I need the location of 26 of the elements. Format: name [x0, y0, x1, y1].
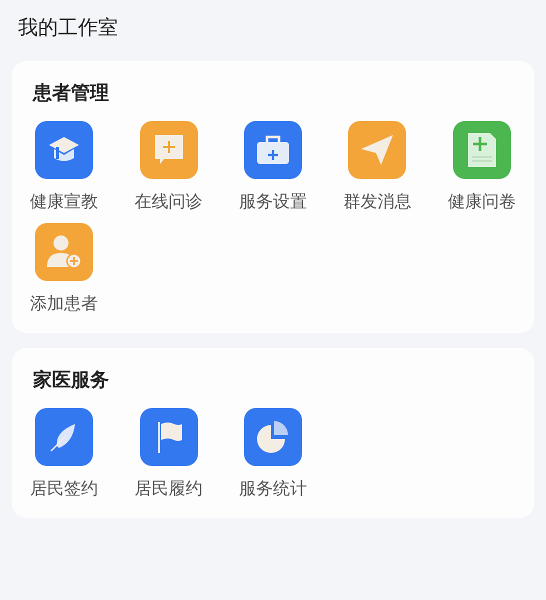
app-label[interactable]: 服务统计: [238, 478, 307, 500]
app-label[interactable]: 健康宣教: [30, 191, 98, 213]
app-icon-tile[interactable]: [35, 223, 94, 281]
paper-plane-icon: [359, 133, 396, 167]
app-label[interactable]: 添加患者: [30, 293, 98, 315]
app-icon-tile[interactable]: [140, 408, 198, 466]
app-icon-tile[interactable]: [348, 121, 406, 179]
app-icon-tile[interactable]: [452, 121, 511, 179]
app-icon-tile[interactable]: [140, 121, 198, 179]
add-person-icon: [45, 234, 84, 270]
app-label[interactable]: 群发消息: [343, 191, 412, 213]
app-label[interactable]: 健康问卷: [448, 191, 516, 213]
app-label[interactable]: 居民签约: [30, 478, 98, 500]
app-label[interactable]: 服务设置: [238, 191, 307, 213]
app-label[interactable]: 居民履约: [134, 478, 203, 500]
medical-kit-icon: [254, 134, 291, 166]
document-plus-icon: [466, 131, 498, 169]
app-icon-tile[interactable]: [244, 408, 302, 466]
section-title: 患者管理: [33, 81, 110, 106]
pie-chart-icon: [254, 419, 291, 455]
page-title: 我的工作室: [17, 14, 119, 41]
app-icon-tile[interactable]: [244, 121, 302, 179]
app-icon-tile[interactable]: [35, 408, 94, 466]
section-title: 家医服务: [33, 368, 110, 393]
app-icon-tile[interactable]: [35, 121, 94, 179]
app-label[interactable]: 在线问诊: [134, 191, 203, 213]
